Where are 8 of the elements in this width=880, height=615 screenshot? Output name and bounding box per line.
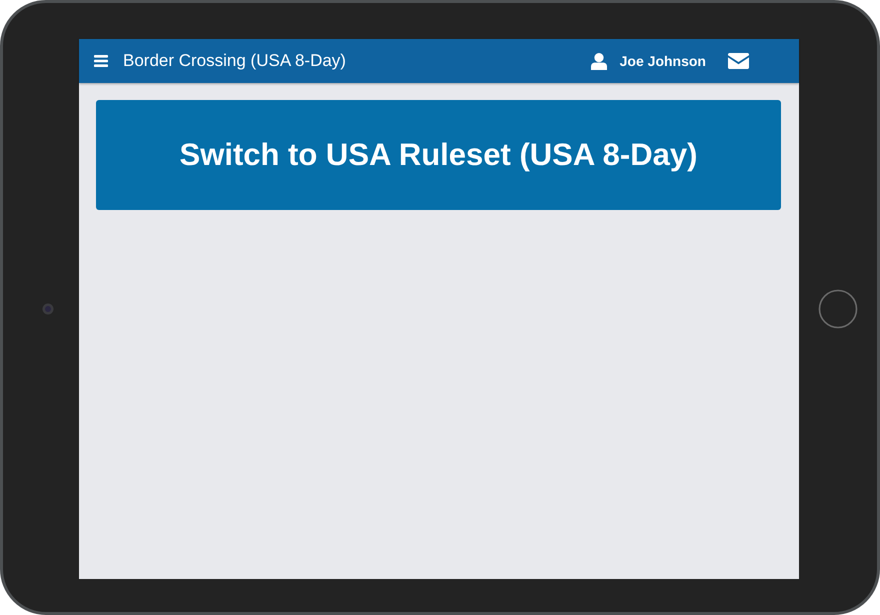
app-title: Border Crossing (USA 8-Day)	[123, 51, 346, 71]
home-button-icon	[818, 289, 858, 329]
user-icon	[590, 52, 607, 70]
camera-icon	[42, 303, 54, 315]
mail-icon[interactable]	[728, 53, 749, 69]
user-name: Joe Johnson	[620, 53, 706, 69]
menu-icon[interactable]	[94, 55, 108, 67]
switch-ruleset-button[interactable]: Switch to USA Ruleset (USA 8-Day)	[96, 100, 781, 210]
